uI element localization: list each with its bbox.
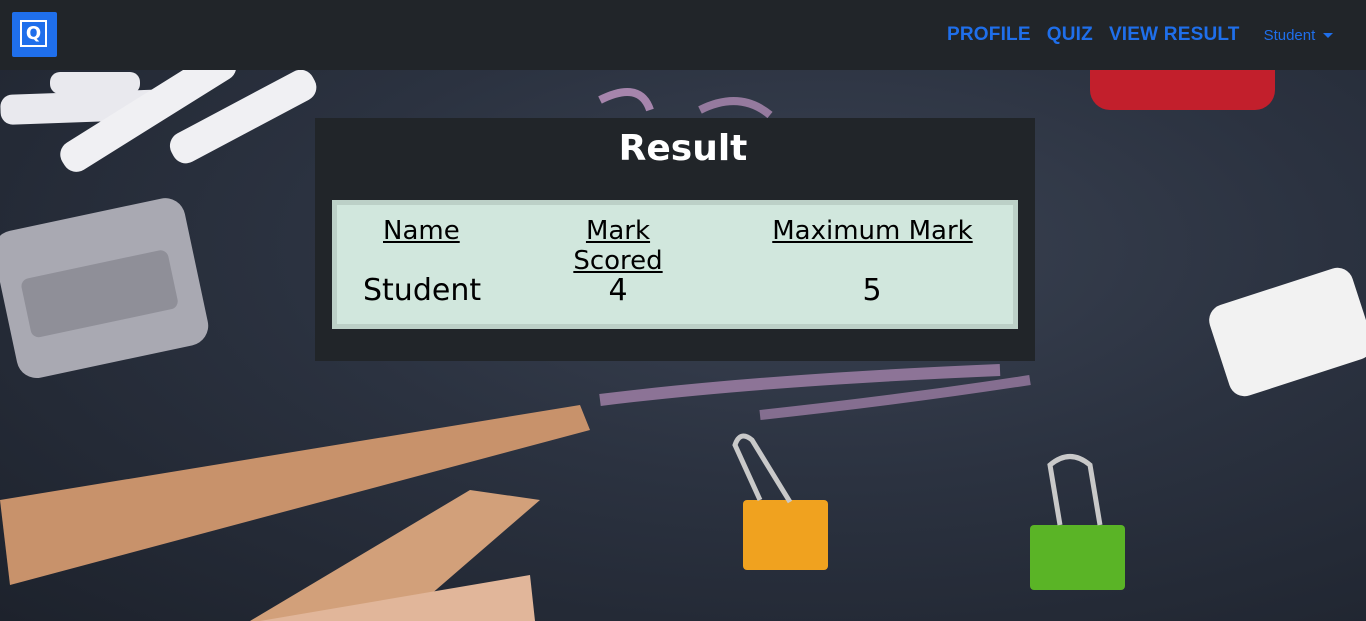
- chevron-down-icon: [1323, 33, 1334, 39]
- nav-links: PROFILE QUIZ VIEW RESULT Student: [947, 0, 1334, 70]
- result-title: Result: [618, 128, 748, 169]
- user-dropdown[interactable]: Student: [1264, 27, 1334, 44]
- nav-profile-link[interactable]: PROFILE: [947, 24, 1031, 46]
- app-logo[interactable]: Q: [12, 12, 57, 57]
- nav-quiz-link[interactable]: QUIZ: [1047, 24, 1093, 46]
- column-header-mark-scored: Mark Scored: [573, 216, 663, 276]
- logo-letter: Q: [20, 20, 47, 47]
- user-dropdown-label: Student: [1263, 26, 1316, 44]
- top-navbar: Q PROFILE QUIZ VIEW RESULT Student: [0, 0, 1366, 70]
- column-header-name: Name: [383, 216, 460, 246]
- column-header-maximum-mark: Maximum Mark: [772, 216, 973, 246]
- cell-mark-scored: 4: [608, 273, 628, 308]
- cell-name: Student: [363, 273, 482, 308]
- nav-view-result-link[interactable]: VIEW RESULT: [1109, 24, 1240, 46]
- cell-maximum-mark: 5: [862, 273, 882, 308]
